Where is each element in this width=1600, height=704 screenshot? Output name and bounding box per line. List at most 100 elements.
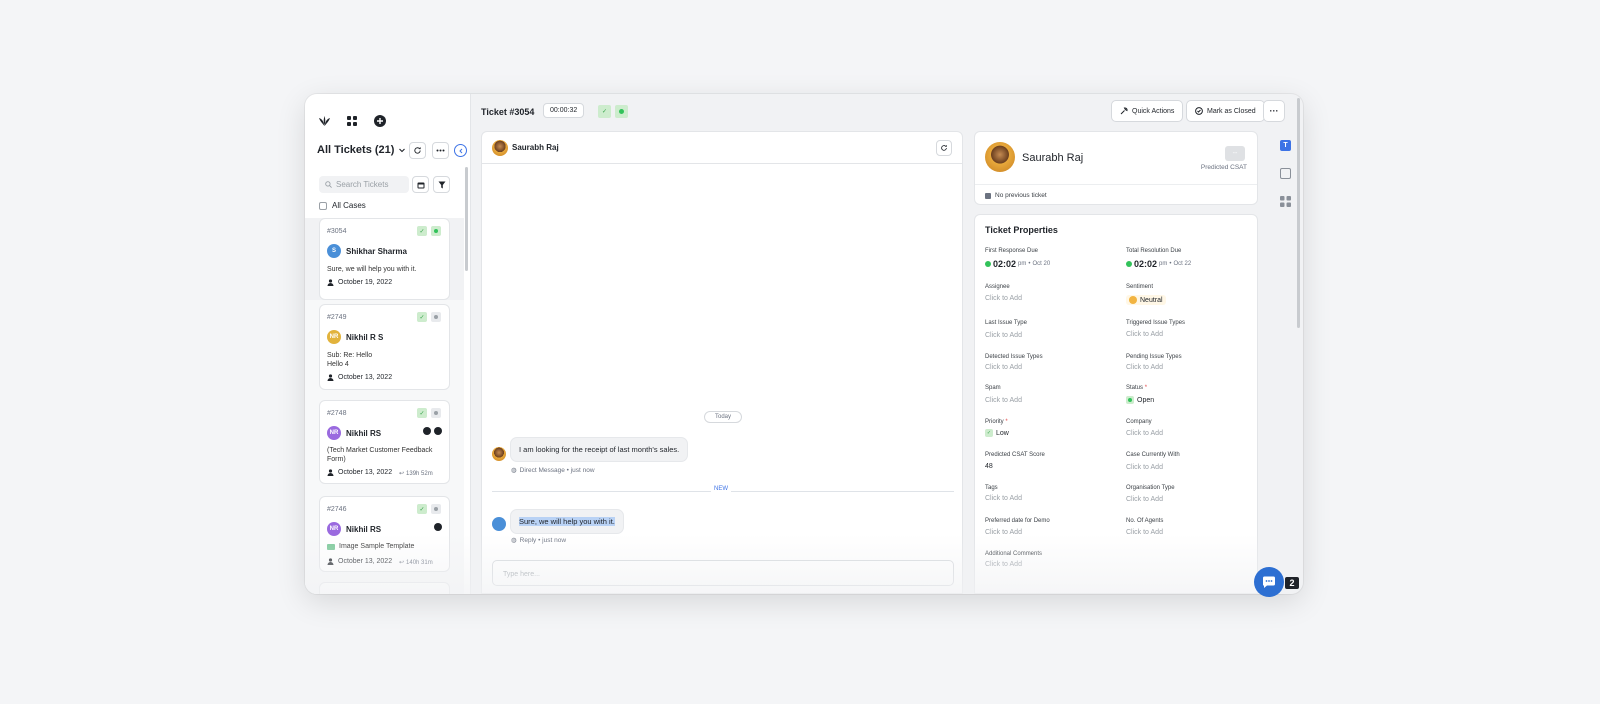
ticket-card[interactable] — [319, 582, 450, 594]
assignee-field[interactable]: Click to Add — [985, 295, 1022, 302]
sla-timer: ↩ 140h 31m — [399, 559, 433, 567]
ticket-list: #3054 ✓ S Shikhar Sharma Sure, we will h… — [305, 218, 464, 594]
preferred-date-field[interactable]: Click to Add — [985, 529, 1022, 536]
apps-grid-icon[interactable] — [345, 114, 359, 128]
status-dot-icon[interactable] — [615, 105, 628, 118]
tags-field[interactable]: Click to Add — [985, 495, 1022, 502]
ticket-card[interactable]: #2748 ✓ NR Nikhil RS (Tech Market Custom… — [319, 400, 450, 484]
refresh-conversation-button[interactable] — [936, 140, 952, 156]
csat-label: Predicted CSAT — [1200, 164, 1247, 171]
filter-button[interactable] — [433, 176, 450, 193]
add-circle-icon[interactable] — [373, 114, 387, 128]
detected-issue-label: Detected Issue Types — [985, 354, 1043, 360]
check-tag-icon[interactable]: ✓ — [598, 105, 611, 118]
ticket-date-text: October 13, 2022 — [338, 374, 393, 381]
ticket-timer: 00:00:32 — [543, 103, 585, 118]
company-field[interactable]: Click to Add — [1126, 430, 1163, 437]
search-placeholder: Search Tickets — [336, 180, 389, 189]
chat-widget-button[interactable] — [1254, 567, 1284, 597]
previous-ticket-text: No previous ticket — [995, 192, 1047, 199]
previous-ticket: No previous ticket — [975, 184, 1257, 206]
calendar-filter-button[interactable] — [412, 176, 429, 193]
detected-issue-field[interactable]: Click to Add — [985, 364, 1022, 371]
search-input[interactable]: Search Tickets — [319, 176, 409, 193]
required-marker: * — [1005, 419, 1008, 425]
csat-button[interactable]: -- — [1225, 146, 1245, 161]
customer-message: I am looking for the receipt of last mon… — [510, 437, 689, 462]
spam-label: Spam — [985, 385, 1001, 391]
refresh-button[interactable] — [409, 142, 426, 159]
case-with-field[interactable]: Click to Add — [1126, 464, 1163, 471]
chat-bubble-icon — [1263, 576, 1275, 588]
ticket-card[interactable]: #2746 ✓ NR Nikhil RS Image Sample Templa… — [319, 496, 450, 572]
separator: • — [1028, 261, 1031, 267]
ticket-date-text: October 13, 2022 — [338, 469, 393, 476]
additional-comments-field[interactable]: Click to Add — [985, 561, 1022, 568]
all-cases-label: All Cases — [332, 201, 366, 210]
profile-avatar — [985, 142, 1015, 172]
ticket-preview-line2: Hello 4 — [327, 361, 349, 368]
status-field[interactable]: Open — [1126, 396, 1154, 404]
ticket-customer-name: Shikhar Sharma — [346, 247, 407, 256]
triggered-issue-field[interactable]: Click to Add — [1126, 331, 1163, 338]
pending-issue-field[interactable]: Click to Add — [1126, 364, 1163, 371]
reply-input[interactable]: Type here... — [492, 560, 954, 586]
spam-field[interactable]: Click to Add — [985, 397, 1022, 404]
total-resolution-date: Oct 22 — [1173, 261, 1192, 267]
total-resolution-time: 02:02 — [1134, 259, 1158, 269]
status-open-icon — [1126, 396, 1134, 404]
profile-card: Saurabh Raj -- Predicted CSAT No previou… — [974, 131, 1258, 205]
apps-icon[interactable] — [1280, 196, 1291, 207]
mark-closed-label: Mark as Closed — [1207, 107, 1256, 115]
collapse-sidebar-button[interactable] — [454, 144, 467, 157]
priority-label-text: Priority — [985, 419, 1004, 425]
last-issue-label: Last Issue Type — [985, 320, 1027, 326]
page-scrollbar[interactable] — [1297, 98, 1300, 328]
avatar — [492, 447, 506, 461]
all-cases-checkbox[interactable]: All Cases — [319, 201, 366, 210]
globe-icon: ◍ — [511, 537, 517, 544]
ticket-date: October 13, 2022 — [327, 558, 392, 565]
priority-label: Priority * — [985, 419, 1008, 425]
priority-field[interactable]: ✓ Low — [985, 429, 1009, 437]
quick-actions-button[interactable]: Quick Actions — [1111, 100, 1184, 122]
tags-label: Tags — [985, 485, 998, 491]
sidebar-top-icons — [317, 114, 387, 128]
avatar — [492, 517, 506, 531]
sentiment-field[interactable]: Neutral — [1126, 295, 1166, 305]
ticket-preview: Image Sample Template — [327, 542, 445, 551]
sla-text: 139h 52m — [406, 470, 433, 477]
more-options-button[interactable] — [432, 142, 449, 159]
ticket-card[interactable]: #3054 ✓ S Shikhar Sharma Sure, we will h… — [305, 218, 464, 300]
image-icon — [327, 543, 335, 550]
agents-count-field[interactable]: Click to Add — [1126, 529, 1163, 536]
ticket-card[interactable]: #2749 ✓ NR Nikhil R S Sub: Re: Hello Hel… — [319, 304, 450, 390]
user-icon — [327, 469, 334, 476]
org-type-label: Organisation Type — [1126, 485, 1175, 491]
calendar-icon — [417, 182, 424, 188]
avatar: NR — [327, 426, 341, 440]
agent-reply-text: Sure, we will help you with it. — [519, 517, 615, 526]
ticket-tab-icon[interactable]: T — [1280, 140, 1291, 151]
ticket-filter-dropdown[interactable]: All Tickets (21) — [317, 144, 406, 156]
ticket-id: #2748 — [327, 410, 347, 417]
chat-count-badge: 2 — [1285, 577, 1299, 589]
ticket-list-scrollbar[interactable] — [465, 167, 468, 271]
ticket-preview-line1: (Tech Market Customer Feedback — [327, 447, 433, 454]
total-resolution-value: 02:02 pm • Oct 22 — [1126, 259, 1191, 269]
ticket-preview-line1: Sub: Re: Hello — [327, 352, 373, 359]
mark-closed-button[interactable]: Mark as Closed — [1186, 100, 1265, 122]
avatar: S — [327, 244, 341, 258]
last-issue-field[interactable]: Click to Add — [985, 332, 1022, 339]
status-dot-icon — [431, 408, 441, 418]
agent-reply-message[interactable]: Sure, we will help you with it. — [510, 509, 624, 534]
avatar: NR — [327, 330, 341, 344]
org-type-field[interactable]: Click to Add — [1126, 496, 1163, 503]
ticket-date-text: October 13, 2022 — [338, 558, 393, 565]
avatar: NR — [327, 522, 341, 536]
sla-timer: ↩ 139h 52m — [399, 470, 433, 478]
contact-card-icon[interactable] — [1280, 168, 1291, 179]
brand-logo-icon[interactable] — [317, 114, 331, 128]
first-response-time: 02:02 — [993, 259, 1017, 269]
total-resolution-label: Total Resolution Due — [1126, 248, 1182, 254]
